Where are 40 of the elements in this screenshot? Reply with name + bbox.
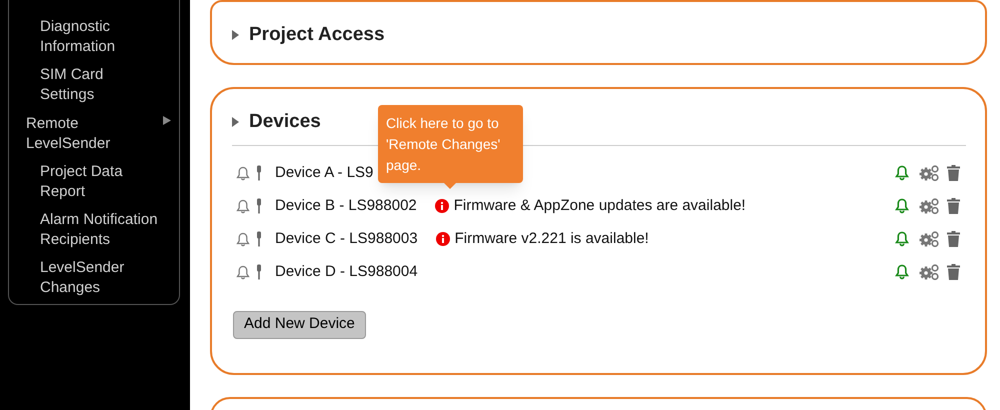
gears-icon[interactable] — [919, 165, 939, 181]
sidebar-item[interactable]: SIM Card Settings — [40, 65, 160, 105]
sidebar-item[interactable]: Remote LevelSender — [26, 114, 163, 154]
expand-triangle-icon[interactable] — [232, 117, 239, 128]
device-name[interactable]: Device B - LS988002 — [275, 194, 417, 218]
microphone-icon — [256, 165, 262, 181]
trash-icon[interactable] — [947, 264, 960, 280]
microphone-icon — [256, 231, 262, 247]
tooltip-pointer — [444, 183, 456, 189]
gears-icon[interactable] — [919, 198, 939, 214]
info-icon[interactable] — [436, 232, 450, 246]
bell-icon[interactable] — [236, 264, 250, 280]
bell-icon[interactable] — [236, 232, 250, 246]
device-name[interactable]: Device A - LS9 — [275, 162, 374, 184]
gears-icon[interactable] — [919, 231, 939, 247]
bell-icon[interactable] — [895, 231, 909, 247]
info-icon[interactable] — [434, 199, 449, 213]
microphone-icon — [256, 264, 262, 280]
update-notice: Firmware & AppZone updates are available! — [454, 196, 746, 216]
sidebar-item[interactable]: Project Data Report — [40, 162, 160, 202]
bell-icon[interactable] — [236, 166, 250, 180]
device-name[interactable]: Device D - LS988004 — [275, 260, 418, 284]
bell-icon[interactable] — [236, 198, 250, 214]
device-name[interactable]: Device C - LS988003 — [275, 228, 418, 250]
sidebar-item[interactable]: LevelSender Changes — [40, 258, 160, 298]
trash-icon[interactable] — [947, 231, 960, 247]
expand-triangle-icon[interactable] — [232, 30, 239, 40]
microphone-icon — [256, 198, 262, 214]
bell-icon[interactable] — [895, 198, 909, 214]
trash-icon[interactable] — [947, 165, 960, 181]
gears-icon[interactable] — [919, 264, 939, 280]
sidebar-item[interactable]: Diagnostic Information — [40, 17, 160, 57]
trash-icon[interactable] — [947, 198, 960, 214]
bell-icon[interactable] — [895, 165, 909, 181]
update-notice: Firmware v2.221 is available! — [454, 228, 649, 249]
add-device-button[interactable]: Add New Device — [233, 310, 366, 338]
sidebar-item[interactable]: Alarm Notification Recipients — [40, 210, 160, 250]
section-title[interactable]: Devices — [249, 108, 321, 136]
bell-icon[interactable] — [895, 264, 909, 280]
section-title[interactable]: Project Access — [249, 21, 385, 50]
